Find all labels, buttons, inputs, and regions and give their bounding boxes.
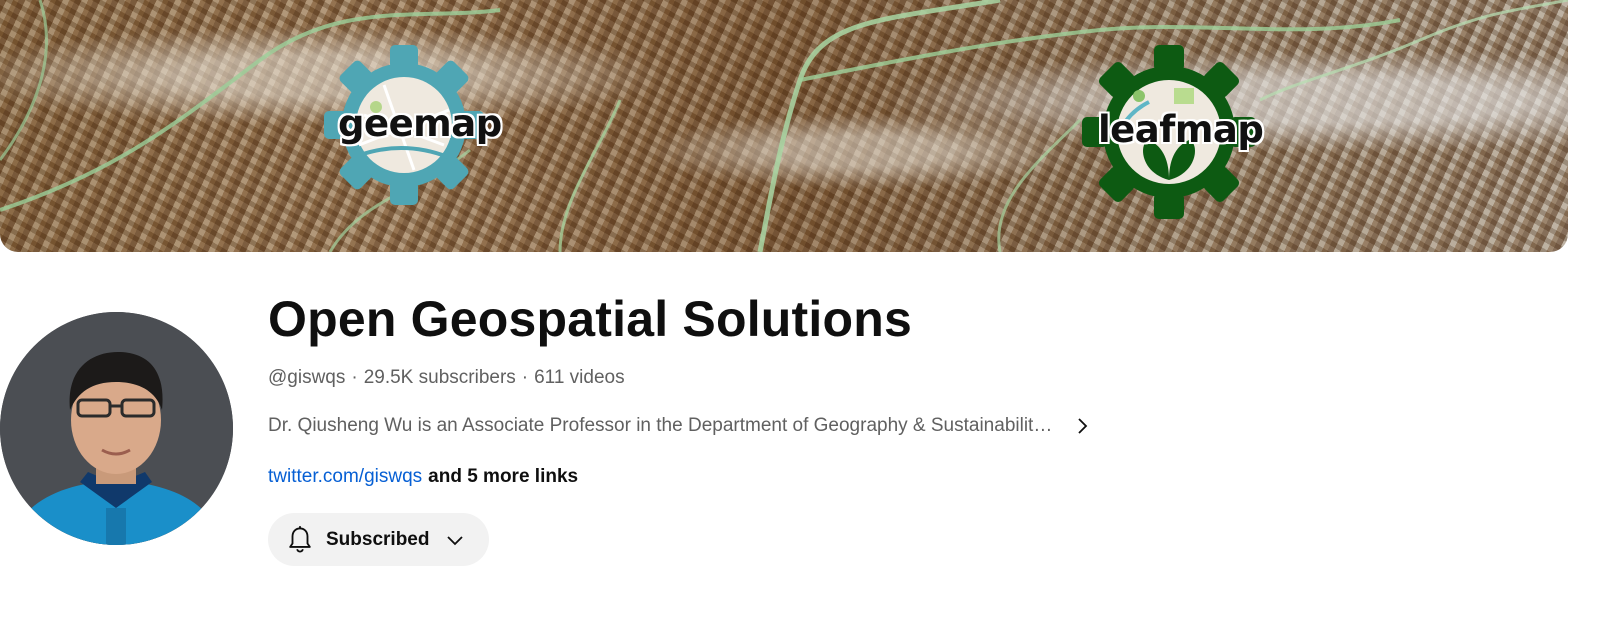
twitter-link[interactable]: twitter.com/giswqs	[268, 466, 422, 487]
meta-separator: ·	[351, 367, 358, 388]
meta-separator: ·	[521, 367, 529, 388]
subscribed-button[interactable]: Subscribed	[268, 513, 489, 566]
video-count: 611 videos	[534, 367, 625, 388]
channel-description: Dr. Qiusheng Wu is an Associate Professo…	[268, 415, 1053, 436]
bell-icon	[286, 525, 314, 555]
chevron-right-icon[interactable]	[1070, 414, 1094, 438]
leafmap-logo-text: leafmap	[1098, 108, 1264, 151]
channel-name: Open Geospatial Solutions	[268, 291, 912, 347]
avatar-photo	[0, 312, 233, 545]
chevron-down-icon	[443, 528, 467, 552]
terrain-rivers	[0, 0, 1568, 252]
subscribed-label: Subscribed	[326, 528, 430, 550]
channel-meta: @giswqs · 29.5K subscribers · 611 videos	[268, 367, 625, 389]
channel-avatar[interactable]	[0, 312, 233, 545]
subscriber-count: 29.5K subscribers	[363, 367, 516, 388]
geemap-logo-text: geemap	[338, 102, 502, 145]
channel-banner: geemap leafmap	[0, 0, 1568, 252]
more-links-button[interactable]: and 5 more links	[428, 466, 578, 487]
channel-description-row[interactable]: Dr. Qiusheng Wu is an Associate Professo…	[268, 414, 1148, 438]
channel-handle: @giswqs	[268, 367, 346, 388]
channel-links: twitter.com/giswqs and 5 more links	[268, 466, 578, 488]
